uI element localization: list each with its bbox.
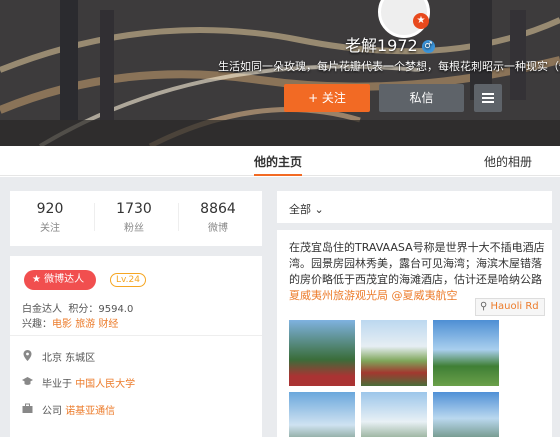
interest-tag[interactable]: 财经 <box>98 319 118 330</box>
location-tag-text: Hauoli Rd <box>490 301 539 312</box>
post-text: 在茂宜岛住的TRAVAASA号称是世界十大不插电酒店 湾。园景房园林秀美，露台可… <box>289 240 554 304</box>
graduation-cap-icon <box>22 377 33 385</box>
interest-tag[interactable]: 旅游 <box>75 319 95 330</box>
level-badge[interactable]: Lv.24 <box>110 273 146 287</box>
post-photo[interactable] <box>361 320 427 386</box>
stat-following-label: 关注 <box>40 223 60 234</box>
stat-fans-value: 1730 <box>116 201 152 217</box>
weibo-profile-page: ★ 老解1972 ♂ 生活如同一朵玫瑰，每片花瓣代表一个梦想，每根花刺昭示一种现实… <box>0 0 560 437</box>
stat-following-value: 920 <box>36 201 64 217</box>
post-photo[interactable] <box>289 392 355 437</box>
follow-button[interactable]: + 关注 <box>284 84 370 112</box>
level-name: 白金达人 <box>22 304 62 315</box>
location-text: 北京 东城区 <box>42 353 96 364</box>
post-line: 在茂宜岛住的TRAVAASA号称是世界十大不插电酒店 <box>289 241 545 254</box>
interests-label: 兴趣： <box>22 319 52 330</box>
post-line: 的房价略低于西茂宜的海滩酒店，估计还是哈纳公路 <box>289 273 542 286</box>
company-prefix: 公司 <box>42 406 62 417</box>
post-photo[interactable] <box>361 392 427 437</box>
feed-filter-dropdown[interactable]: 全部 ⌄ <box>289 201 324 217</box>
company-line: 公司 诺基亚通信 <box>42 402 115 417</box>
stat-fans[interactable]: 1730 粉丝 <box>94 201 174 234</box>
message-button[interactable]: 私信 <box>379 84 464 112</box>
profile-banner: ★ 老解1972 ♂ 生活如同一朵玫瑰，每片花瓣代表一个梦想，每根花刺昭示一种现实… <box>0 0 560 146</box>
divider <box>10 335 262 336</box>
school-link[interactable]: 中国人民大学 <box>75 379 135 390</box>
profile-tabs: 他的主页 他的相册 <box>0 146 560 176</box>
level-line: 白金达人 积分：9594.0 <box>22 300 133 315</box>
stat-following[interactable]: 920 关注 <box>10 201 90 234</box>
stat-posts-value: 8864 <box>200 201 236 217</box>
talent-badge-label: 微博达人 <box>44 274 85 285</box>
tab-home[interactable]: 他的主页 <box>254 153 303 176</box>
stat-fans-label: 粉丝 <box>124 223 144 234</box>
company-link[interactable]: 诺基亚通信 <box>65 406 115 417</box>
location-tag[interactable]: ⚲ Hauoli Rd <box>475 298 545 316</box>
location-pin-icon <box>23 350 32 361</box>
points-value: 9594.0 <box>98 304 134 315</box>
post-photo[interactable] <box>289 320 355 386</box>
briefcase-icon <box>22 403 33 413</box>
location-pin-icon: ⚲ <box>480 301 488 312</box>
school-line: 毕业于 中国人民大学 <box>42 375 135 390</box>
school-prefix: 毕业于 <box>42 379 72 390</box>
stat-posts-label: 微博 <box>208 223 228 234</box>
gender-male-icon: ♂ <box>421 40 435 53</box>
stat-posts[interactable]: 8864 微博 <box>178 201 258 234</box>
post-photo[interactable] <box>433 392 499 437</box>
chevron-down-icon: ⌄ <box>314 203 324 216</box>
profile-name: 老解1972 ♂ <box>345 32 435 56</box>
verified-star-icon: ★ <box>413 13 429 29</box>
profile-name-text: 老解1972 <box>345 36 418 55</box>
feed-filter-bar: 全部 ⌄ <box>277 191 552 223</box>
more-menu-icon[interactable] <box>474 84 502 112</box>
profile-motto: 生活如同一朵玫瑰，每片花瓣代表一个梦想，每根花刺昭示一种现实（快 <box>218 60 560 73</box>
feed-filter-label: 全部 <box>289 203 311 216</box>
post-line: 湾。园景房园林秀美，露台可见海湾；海滨木屋错落 <box>289 257 542 270</box>
interests-line: 兴趣：电影 旅游 财经 <box>22 315 118 330</box>
talent-badge[interactable]: ★ 微博达人 <box>24 270 96 290</box>
tab-album[interactable]: 他的相册 <box>484 153 532 170</box>
post-photo[interactable] <box>433 320 499 386</box>
interest-tag[interactable]: 电影 <box>52 319 72 330</box>
points-label: 积分： <box>68 304 99 315</box>
stats-card: 920 关注 1730 粉丝 8864 微博 <box>10 191 262 246</box>
